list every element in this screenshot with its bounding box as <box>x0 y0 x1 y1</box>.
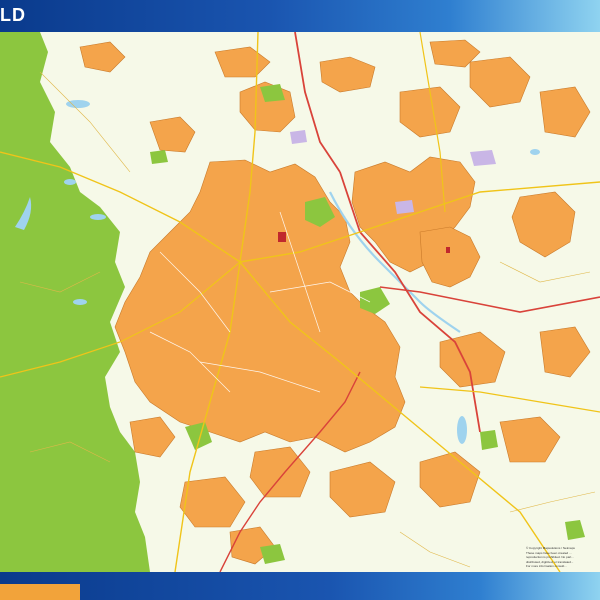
map-poster: LD © Copyright Mapsolutions / Netmaps Th… <box>0 0 600 600</box>
reservoir <box>64 179 76 185</box>
header-bar: LD <box>0 0 600 32</box>
city-centre-marker <box>278 232 286 242</box>
urban-park <box>150 150 168 164</box>
city-street-map <box>0 32 600 572</box>
reservoir <box>73 299 87 305</box>
lake <box>530 149 540 155</box>
copyright-notice: © Copyright Mapsolutions / Netmaps These… <box>526 546 596 569</box>
industrial-area <box>470 150 496 166</box>
reservoir <box>90 214 106 220</box>
footer-accent-tab <box>0 584 80 600</box>
copyright-line: For more information consult... <box>526 564 567 568</box>
lake <box>457 416 467 444</box>
poi-marker <box>446 247 450 253</box>
industrial-area <box>395 200 414 214</box>
map-title: LD <box>0 5 26 25</box>
urban-park <box>480 430 498 450</box>
footer-bar <box>0 572 600 600</box>
industrial-area <box>290 130 307 144</box>
